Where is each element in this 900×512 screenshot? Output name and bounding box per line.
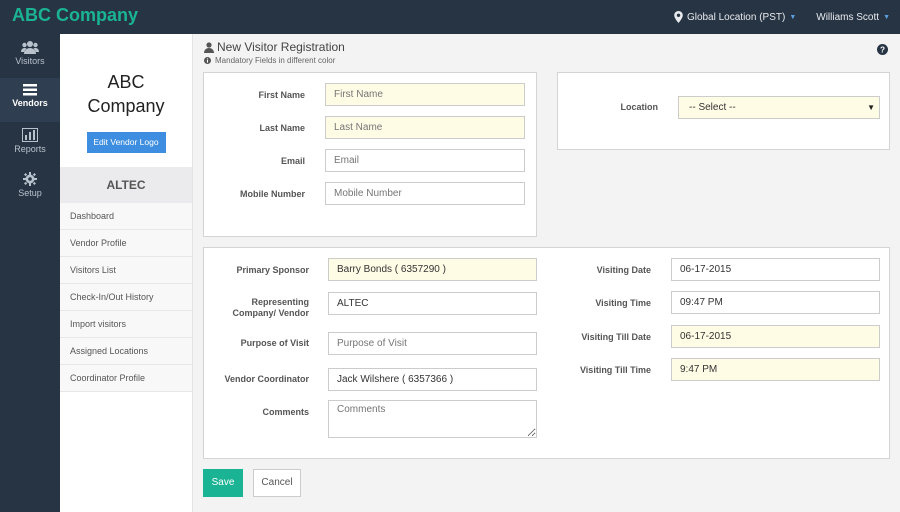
vendor-logo: ABC Company [60, 70, 192, 118]
vendor-coordinator-label: Vendor Coordinator [224, 374, 309, 384]
visiting-date-input[interactable]: 06-17-2015 [671, 258, 880, 281]
first-name-label: First Name [258, 90, 305, 100]
chevron-down-icon: ▼ [789, 13, 797, 21]
vendor-menu-item-import[interactable]: Import visitors [60, 311, 192, 338]
representing-label: Representing Company/ Vendor [204, 297, 309, 319]
vendor-menu-item-dashboard[interactable]: Dashboard [60, 203, 192, 230]
comments-label: Comments [262, 407, 309, 417]
vendor-menu-item-history[interactable]: Check-In/Out History [60, 284, 192, 311]
last-name-input[interactable] [325, 116, 525, 139]
brand-logo[interactable]: ABC Company [12, 5, 138, 26]
visiting-time-input[interactable]: 09:47 PM [671, 291, 880, 314]
mobile-number-input[interactable] [325, 182, 525, 205]
nav-label: Visitors [15, 56, 45, 66]
nav-label: Setup [18, 188, 42, 198]
primary-sponsor-input[interactable]: Barry Bonds ( 6357290 ) [328, 258, 537, 281]
nav-label: Reports [14, 144, 46, 154]
location-label: Location [620, 102, 659, 112]
main-content: New Visitor Registration Mandatory Field… [194, 34, 900, 512]
first-name-input[interactable] [325, 83, 525, 106]
vendor-sidebar: ABC Company Edit Vendor Logo ALTEC Dashb… [60, 34, 193, 512]
page-title: New Visitor Registration [204, 40, 345, 54]
purpose-of-visit-label: Purpose of Visit [240, 338, 309, 348]
visiting-till-time-input[interactable]: 9:47 PM [671, 358, 880, 381]
location-selector[interactable]: Global Location (PST) ▼ [674, 11, 796, 23]
vendor-name: ALTEC [60, 167, 192, 203]
list-icon [23, 84, 37, 96]
user-name: Williams Scott [816, 11, 880, 23]
help-icon[interactable]: ? [877, 44, 888, 55]
icon-sidebar: Visitors Vendors Reports Setup [0, 34, 60, 512]
nav-item-reports[interactable]: Reports [0, 122, 60, 166]
info-icon [204, 57, 211, 64]
last-name-label: Last Name [259, 123, 305, 133]
visiting-time-label: Visiting Time [595, 298, 651, 308]
email-label: Email [280, 156, 305, 166]
primary-sponsor-label: Primary Sponsor [236, 265, 309, 275]
visit-details-panel: Primary Sponsor Barry Bonds ( 6357290 ) … [203, 247, 890, 459]
email-field[interactable] [325, 149, 525, 172]
users-icon [21, 41, 39, 54]
vendor-coordinator-input[interactable]: Jack Wilshere ( 6357366 ) [328, 368, 537, 391]
vendor-menu-item-visitors-list[interactable]: Visitors List [60, 257, 192, 284]
page-subtitle: Mandatory Fields in different color [204, 56, 335, 65]
page-subtitle-text: Mandatory Fields in different color [215, 56, 336, 65]
representing-label-line2: Company/ Vendor [232, 308, 309, 318]
representing-label-line1: Representing [251, 297, 309, 307]
gear-icon [23, 172, 37, 186]
dropdown-arrow-icon: ▼ [867, 103, 875, 112]
vendor-menu: Dashboard Vendor Profile Visitors List C… [60, 203, 192, 392]
representing-input[interactable]: ALTEC [328, 292, 537, 315]
vendor-menu-item-profile[interactable]: Vendor Profile [60, 230, 192, 257]
top-bar: ABC Company Global Location (PST) ▼ Will… [0, 0, 900, 34]
map-pin-icon [674, 11, 683, 23]
visiting-till-date-label: Visiting Till Date [581, 332, 651, 342]
visiting-till-date-input[interactable]: 06-17-2015 [671, 325, 880, 348]
vendor-menu-item-locations[interactable]: Assigned Locations [60, 338, 192, 365]
visiting-till-time-label: Visiting Till Time [579, 365, 651, 375]
visiting-date-label: Visiting Date [596, 265, 651, 275]
user-icon [204, 41, 214, 53]
chevron-down-icon: ▼ [883, 13, 890, 21]
cancel-button[interactable]: Cancel [253, 469, 301, 497]
nav-label: Vendors [12, 98, 48, 108]
save-button[interactable]: Save [203, 469, 243, 497]
personal-info-panel: First Name Last Name Email Mobile Number [203, 72, 537, 237]
location-panel: Location -- Select -- ▼ [557, 72, 890, 150]
svg-text:?: ? [880, 45, 885, 54]
mobile-number-label: Mobile Number [239, 189, 305, 199]
comments-textarea[interactable] [328, 400, 537, 438]
nav-item-vendors[interactable]: Vendors [0, 78, 60, 122]
vendor-logo-line1: ABC [107, 72, 145, 92]
nav-item-setup[interactable]: Setup [0, 166, 60, 210]
user-menu[interactable]: Williams Scott ▼ [816, 12, 890, 23]
bar-chart-icon [22, 128, 38, 142]
nav-item-visitors[interactable]: Visitors [0, 34, 60, 78]
location-select-value: -- Select -- [689, 102, 736, 113]
location-select[interactable]: -- Select -- ▼ [678, 96, 880, 119]
edit-vendor-logo-button[interactable]: Edit Vendor Logo [86, 132, 166, 153]
purpose-of-visit-input[interactable] [328, 332, 537, 355]
page-title-text: New Visitor Registration [217, 40, 345, 54]
top-right-menu: Global Location (PST) ▼ Williams Scott ▼ [654, 11, 890, 23]
location-label: Global Location (PST) [686, 11, 786, 23]
vendor-logo-line2: Company [87, 96, 165, 116]
vendor-menu-item-coordinator[interactable]: Coordinator Profile [60, 365, 192, 392]
